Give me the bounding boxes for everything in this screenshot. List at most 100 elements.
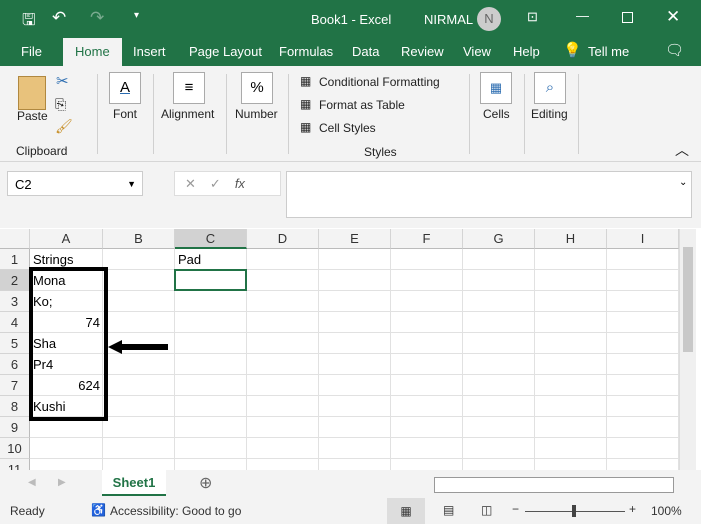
cancel-icon[interactable]: ✕	[185, 176, 210, 191]
column-header-H[interactable]: H	[535, 229, 607, 249]
gridline	[30, 332, 679, 333]
format-painter-icon[interactable]: 🖌	[55, 118, 73, 135]
tab-insert[interactable]: Insert	[133, 44, 166, 59]
formula-input[interactable]	[286, 171, 692, 218]
formula-buttons: ✕✓fx	[174, 171, 281, 196]
annotation-box	[29, 267, 108, 421]
cells-icon[interactable]: ▦	[480, 72, 512, 104]
column-header-A[interactable]: A	[30, 229, 103, 249]
cell-C1[interactable]: Pad	[175, 249, 247, 270]
search-icon[interactable]: ⌕	[534, 72, 566, 104]
horizontal-scrollbar[interactable]	[434, 477, 674, 493]
tab-formulas[interactable]: Formulas	[279, 44, 333, 59]
tab-review[interactable]: Review	[401, 44, 444, 59]
editing-button[interactable]: Editing	[531, 107, 568, 121]
gridline	[30, 311, 679, 312]
normal-view-icon[interactable]: ▦	[387, 498, 425, 524]
row-header-5[interactable]: 5	[0, 333, 30, 354]
annotation-arrow-icon	[108, 340, 168, 354]
collapse-ribbon-icon[interactable]: ︿	[675, 140, 689, 160]
page-break-view-icon[interactable]: ◫	[481, 503, 492, 517]
tab-view[interactable]: View	[463, 44, 491, 59]
sheet-tab-sheet1[interactable]: Sheet1	[102, 470, 166, 496]
expand-formula-bar-icon[interactable]: ⌄	[679, 177, 687, 188]
avatar[interactable]: N	[477, 7, 501, 31]
column-header-B[interactable]: B	[103, 229, 175, 249]
tab-file[interactable]: File	[21, 44, 42, 59]
row-header-11[interactable]: 11	[0, 459, 30, 470]
conditional-formatting-icon: ▦	[300, 74, 312, 88]
paste-icon[interactable]	[18, 76, 46, 110]
row-header-2[interactable]: 2	[0, 270, 30, 291]
tab-help[interactable]: Help	[513, 44, 540, 59]
zoom-in-icon[interactable]: +	[629, 502, 636, 516]
zoom-level[interactable]: 100%	[651, 504, 682, 518]
page-layout-view-icon[interactable]: ▤	[443, 503, 454, 517]
format-as-table-icon: ▦	[300, 97, 312, 111]
close-icon[interactable]: ✕	[666, 7, 680, 27]
zoom-slider-thumb[interactable]	[572, 505, 576, 517]
save-icon[interactable]: 🖫	[22, 9, 36, 36]
font-button[interactable]: Font	[113, 107, 137, 121]
styles-group-label: Styles	[364, 145, 397, 159]
chevron-down-icon[interactable]: ▼	[127, 179, 136, 189]
percent-icon[interactable]: %	[241, 72, 273, 104]
column-header-C[interactable]: C	[175, 229, 247, 249]
cell-styles-icon: ▦	[300, 120, 312, 134]
add-sheet-icon[interactable]: ⊕	[199, 473, 212, 493]
minimize-icon[interactable]: —	[576, 8, 589, 23]
alignment-button[interactable]: Alignment	[161, 107, 214, 121]
prev-sheet-icon[interactable]: ◀	[28, 477, 36, 488]
tell-me-search[interactable]: Tell me	[588, 44, 629, 59]
tab-page-layout[interactable]: Page Layout	[189, 44, 262, 59]
user-name: NIRMAL	[424, 12, 474, 27]
ribbon-tabs: File Home Insert Page Layout Formulas Da…	[0, 38, 701, 66]
row-header-3[interactable]: 3	[0, 291, 30, 312]
redo-icon[interactable]: ↷	[90, 8, 104, 28]
conditional-formatting-button[interactable]: Conditional Formatting	[319, 75, 440, 89]
column-header-I[interactable]: I	[607, 229, 679, 249]
row-header-7[interactable]: 7	[0, 375, 30, 396]
lightbulb-icon: 💡	[563, 42, 582, 59]
cell-styles-button[interactable]: Cell Styles	[319, 121, 376, 135]
zoom-out-icon[interactable]: −	[512, 502, 519, 516]
comments-icon[interactable]: 🗨	[665, 41, 684, 59]
ribbon-display-icon[interactable]: ⊡	[527, 9, 538, 25]
alignment-icon[interactable]: ≡	[173, 72, 205, 104]
column-header-F[interactable]: F	[391, 229, 463, 249]
column-header-D[interactable]: D	[247, 229, 319, 249]
customize-qat-icon[interactable]: ▾	[134, 10, 139, 21]
row-header-6[interactable]: 6	[0, 354, 30, 375]
ready-status: Ready	[10, 504, 45, 518]
scroll-thumb[interactable]	[683, 247, 693, 352]
copy-icon[interactable]: ⎘	[55, 96, 66, 113]
vertical-scrollbar[interactable]	[679, 229, 696, 470]
row-header-4[interactable]: 4	[0, 312, 30, 333]
number-button[interactable]: Number	[235, 107, 278, 121]
tab-home[interactable]: Home	[63, 38, 122, 66]
worksheet-grid[interactable]: A B C D E F G H I 1 2 3 4 5 6 7 8 9 10 11 Strings Pad Mona Ko; 7…	[0, 229, 679, 470]
function-icon[interactable]: fx	[235, 176, 245, 191]
format-as-table-button[interactable]: Format as Table	[319, 98, 405, 112]
column-header-G[interactable]: G	[463, 229, 535, 249]
enter-icon[interactable]: ✓	[210, 176, 235, 191]
status-bar: Ready ♿ Accessibility: Good to go ▦ ▤ ◫ …	[0, 498, 701, 524]
undo-icon[interactable]: ↶	[52, 8, 66, 28]
row-header-1[interactable]: 1	[0, 249, 30, 270]
cut-icon[interactable]: ✂	[56, 72, 69, 90]
row-header-10[interactable]: 10	[0, 438, 30, 459]
next-sheet-icon[interactable]: ▶	[58, 477, 66, 488]
font-icon[interactable]: A	[109, 72, 141, 104]
tab-data[interactable]: Data	[352, 44, 379, 59]
paste-button[interactable]: Paste	[17, 109, 48, 123]
row-header-8[interactable]: 8	[0, 396, 30, 417]
row-header-9[interactable]: 9	[0, 417, 30, 438]
cells-button[interactable]: Cells	[483, 107, 510, 121]
select-all-corner[interactable]	[0, 229, 30, 249]
accessibility-status[interactable]: Accessibility: Good to go	[110, 504, 241, 518]
active-cell-C2[interactable]	[174, 269, 247, 291]
column-header-E[interactable]: E	[319, 229, 391, 249]
name-box[interactable]: C2 ▼	[7, 171, 143, 196]
gridline	[30, 458, 679, 459]
maximize-icon[interactable]	[622, 12, 633, 23]
